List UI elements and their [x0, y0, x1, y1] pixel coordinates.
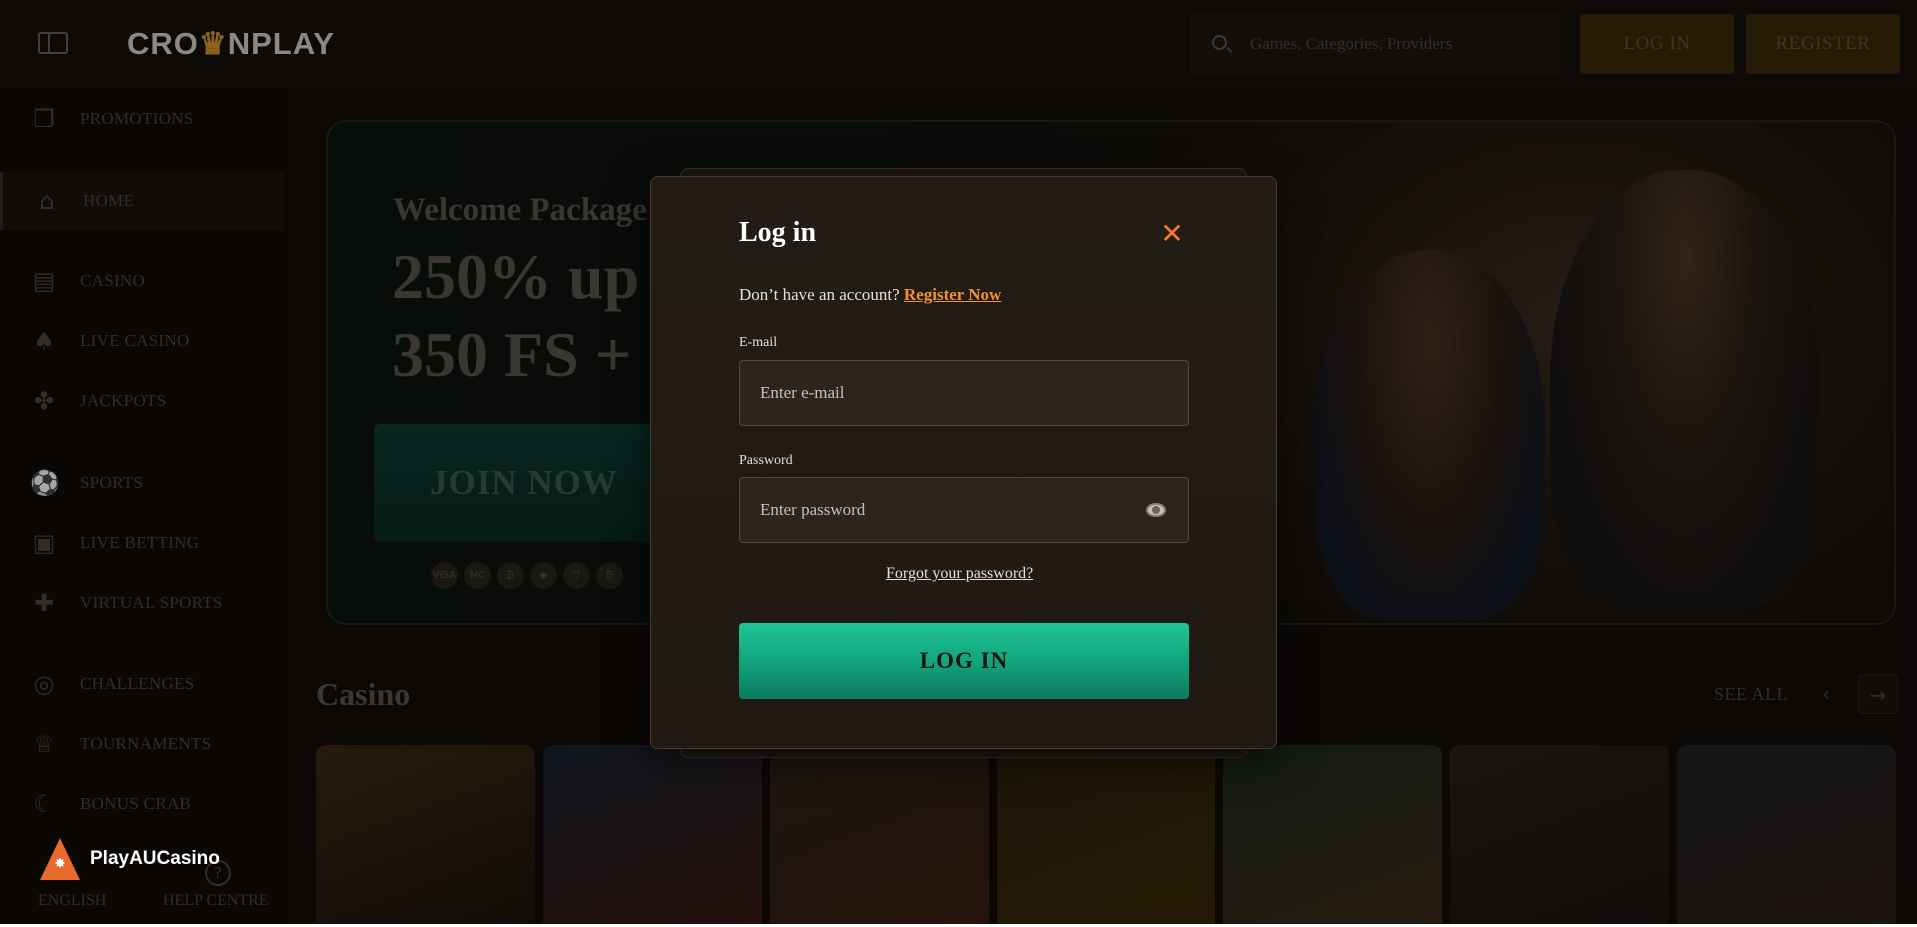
- password-label: Password: [739, 453, 793, 468]
- email-label: E-mail: [739, 335, 778, 350]
- app-root: CRO♛NPLAY Games, Categories, Providers L…: [0, 0, 1917, 924]
- login-submit-button[interactable]: LOG IN: [739, 623, 1189, 699]
- close-icon[interactable]: ✕: [1157, 219, 1187, 249]
- brand-logo-icon: ✸: [40, 838, 80, 880]
- email-field[interactable]: [740, 361, 1188, 425]
- login-modal: Log in ✕ Don’t have an account? Register…: [650, 176, 1277, 749]
- register-prompt: Don’t have an account? Register Now: [739, 285, 1001, 305]
- email-field-wrapper: [739, 360, 1189, 426]
- register-now-link[interactable]: Register Now: [904, 285, 1001, 304]
- password-field[interactable]: [740, 478, 1188, 542]
- register-prompt-text: Don’t have an account?: [739, 285, 900, 304]
- brand-name: PlayAUCasino: [90, 848, 220, 869]
- forgot-password-link[interactable]: Forgot your password?: [886, 565, 1033, 583]
- modal-title: Log in: [739, 217, 817, 248]
- password-field-wrapper: [739, 477, 1189, 543]
- brand-badge: ✸ PlayAUCasino: [40, 838, 220, 880]
- show-password-eye-icon[interactable]: [1146, 503, 1166, 517]
